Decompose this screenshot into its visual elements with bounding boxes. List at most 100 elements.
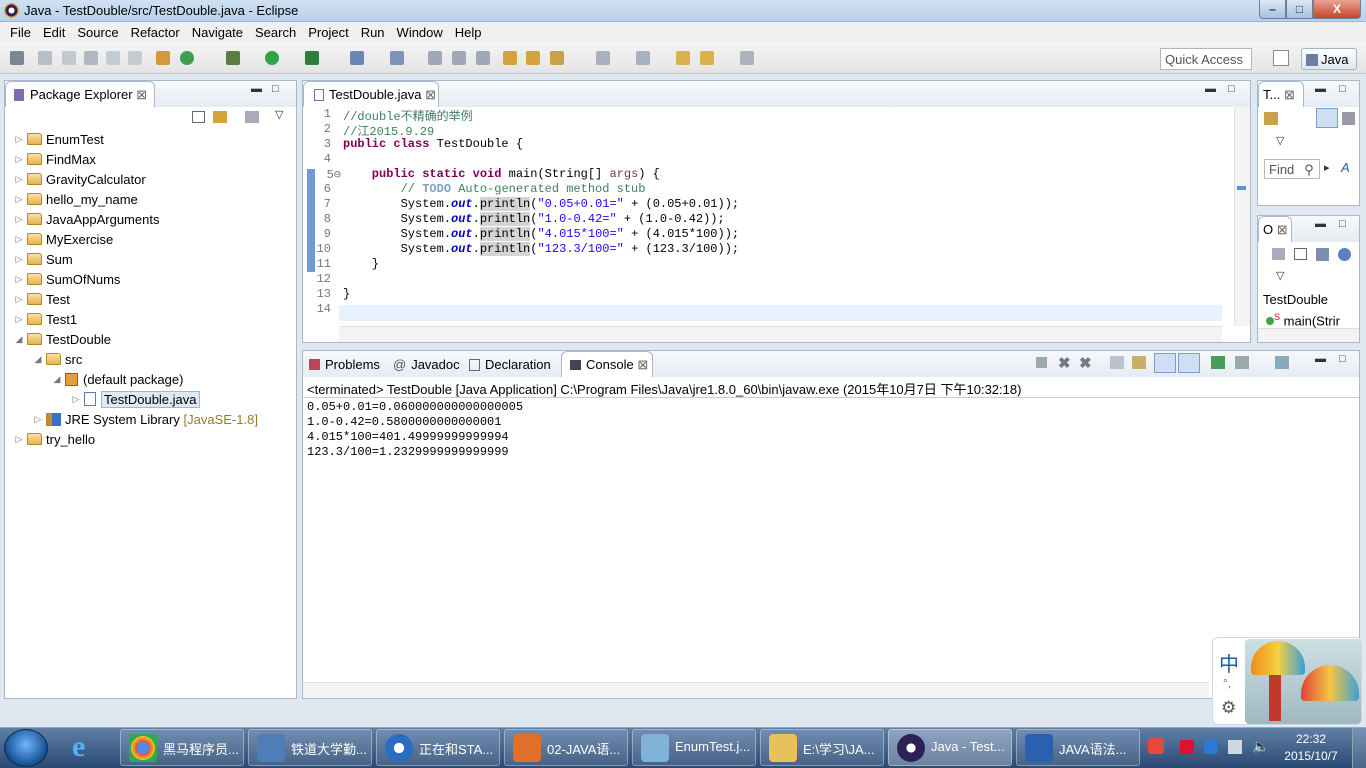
- focus-icon[interactable]: [1342, 112, 1355, 125]
- menu-project[interactable]: Project: [302, 25, 354, 40]
- network-icon[interactable]: [1228, 740, 1242, 754]
- overview-ruler-mark[interactable]: [1237, 186, 1246, 190]
- taskbar-item[interactable]: 铁道大学勤...: [248, 729, 372, 766]
- menu-edit[interactable]: Edit: [37, 25, 71, 40]
- tab-outline[interactable]: O ⊠: [1258, 216, 1292, 242]
- console-horizontal-scrollbar[interactable]: [303, 682, 1209, 698]
- find-task-input[interactable]: Find ⚲: [1264, 159, 1320, 179]
- collapse-arrow-icon[interactable]: ◢: [13, 334, 25, 345]
- tab-console[interactable]: Console ⊠: [561, 351, 653, 377]
- tab-problems[interactable]: Problems: [309, 357, 380, 372]
- tree-item[interactable]: ▷ FindMax: [13, 149, 96, 169]
- menu-run[interactable]: Run: [355, 25, 391, 40]
- tree-item[interactable]: ▷ Test: [13, 289, 70, 309]
- new-java-project-icon[interactable]: [350, 51, 364, 65]
- new-java-package-icon[interactable]: [156, 51, 170, 65]
- show-stdout-icon[interactable]: [1154, 353, 1176, 373]
- expand-arrow-icon[interactable]: ▷: [13, 174, 25, 185]
- back-icon[interactable]: [700, 51, 714, 65]
- view-filter-icon[interactable]: [245, 111, 259, 123]
- expand-arrow-icon[interactable]: ▷: [13, 234, 25, 245]
- tree-item[interactable]: ▷ Sum: [13, 249, 73, 269]
- ime-language-indicator[interactable]: 中: [1219, 648, 1239, 677]
- close-tab-icon[interactable]: ⊠: [136, 87, 147, 102]
- menu-file[interactable]: File: [4, 25, 37, 40]
- system-clock[interactable]: 22:32 2015/10/7: [1278, 731, 1344, 765]
- toggle-icon[interactable]: [84, 51, 98, 65]
- tree-item[interactable]: ▷ MyExercise: [13, 229, 114, 249]
- tab-declaration[interactable]: Declaration: [469, 357, 551, 372]
- save-icon[interactable]: [428, 51, 442, 65]
- edit-icon[interactable]: [62, 51, 76, 65]
- expand-arrow-icon[interactable]: ▷: [13, 314, 25, 325]
- tree-item[interactable]: ◢ TestDouble: [13, 329, 112, 349]
- expand-arrow-icon[interactable]: ▷: [13, 194, 25, 205]
- expand-arrow-icon[interactable]: ▷: [13, 214, 25, 225]
- tree-item[interactable]: ▷ GravityCalculator: [13, 169, 146, 189]
- tree-item[interactable]: ◢ (default package): [51, 369, 184, 389]
- collapse-arrow-icon[interactable]: ◢: [51, 374, 63, 385]
- taskbar-item[interactable]: Java - Test...: [888, 729, 1012, 766]
- close-button[interactable]: X: [1313, 0, 1361, 19]
- minimize-view-icon[interactable]: ▬: [1315, 218, 1326, 230]
- remove-all-launches-icon[interactable]: ✖: [1079, 354, 1092, 372]
- taskbar-item[interactable]: 正在和STA...: [376, 729, 500, 766]
- print-icon[interactable]: [476, 51, 490, 65]
- expand-arrow-icon[interactable]: ▷: [32, 414, 44, 425]
- tree-item[interactable]: ▷ EnumTest: [13, 129, 104, 149]
- menu-source[interactable]: Source: [71, 25, 124, 40]
- expand-arrow-icon[interactable]: ▷: [13, 254, 25, 265]
- categorized-icon[interactable]: [1316, 108, 1338, 128]
- maximize-view-icon[interactable]: □: [1228, 83, 1235, 95]
- hide-static-icon[interactable]: [1338, 248, 1351, 261]
- view-menu-icon[interactable]: ▽: [1276, 134, 1284, 147]
- tree-item[interactable]: ▷ try_hello: [13, 429, 96, 449]
- forward-icon[interactable]: [740, 51, 754, 65]
- gear-icon[interactable]: ⚙: [1221, 698, 1236, 718]
- minimize-view-icon[interactable]: ▬: [251, 83, 262, 95]
- expand-arrow-icon[interactable]: ▸: [1324, 161, 1330, 174]
- quick-access-input[interactable]: Quick Access: [1160, 48, 1252, 70]
- open-perspective-icon[interactable]: [1273, 50, 1289, 66]
- external-tools-icon[interactable]: [305, 51, 319, 65]
- expand-arrow-icon[interactable]: ▷: [70, 394, 82, 405]
- menu-help[interactable]: Help: [449, 25, 488, 40]
- prev-annotation-icon[interactable]: [636, 51, 650, 65]
- tree-item[interactable]: ▷ SumOfNums: [13, 269, 121, 289]
- link-with-editor-icon[interactable]: [213, 111, 227, 123]
- menu-search[interactable]: Search: [249, 25, 302, 40]
- volume-icon[interactable]: 🔈: [1252, 738, 1269, 755]
- code-area[interactable]: 1 2 3 4 5⊖ 6 7 8 9 10 11 12 13 14 //doub…: [303, 107, 1222, 326]
- clear-console-icon[interactable]: [1110, 356, 1124, 369]
- java-perspective-button[interactable]: Java: [1301, 48, 1357, 70]
- view-menu-icon[interactable]: ▽: [275, 108, 283, 121]
- taskbar-item[interactable]: 02-JAVA语...: [504, 729, 628, 766]
- tree-item[interactable]: ▷ JRE System Library [JavaSE-1.8]: [32, 409, 258, 429]
- scroll-lock-icon[interactable]: [1132, 356, 1146, 369]
- tree-item[interactable]: ▷ Test1: [13, 309, 78, 329]
- tree-item[interactable]: ◢ src: [32, 349, 83, 369]
- ime-punctuation-indicator[interactable]: °,: [1223, 676, 1231, 690]
- debug-icon[interactable]: [226, 51, 240, 65]
- last-edit-icon[interactable]: [676, 51, 690, 65]
- start-button[interactable]: [4, 729, 48, 767]
- vertical-scrollbar[interactable]: [1234, 107, 1250, 326]
- new-class-icon[interactable]: [390, 51, 404, 65]
- minimize-view-icon[interactable]: ▬: [1205, 83, 1216, 95]
- expand-arrow-icon[interactable]: ▷: [13, 434, 25, 445]
- tab-javadoc[interactable]: @ Javadoc: [393, 357, 460, 372]
- taskbar-item[interactable]: EnumTest.j...: [632, 729, 756, 766]
- tab-testdouble-java[interactable]: TestDouble.java ⊠: [303, 81, 439, 107]
- run-icon[interactable]: [265, 51, 279, 65]
- taskbar-item[interactable]: 黑马程序员...: [120, 729, 244, 766]
- close-tab-icon[interactable]: ⊠: [1284, 87, 1295, 102]
- close-tab-icon[interactable]: ⊠: [1277, 222, 1288, 237]
- view-menu-icon[interactable]: ▽: [1276, 269, 1284, 282]
- minimize-button[interactable]: –: [1259, 0, 1286, 19]
- outline-method-item[interactable]: S main(Strir: [1266, 312, 1340, 328]
- all-tasks-link[interactable]: A: [1341, 160, 1350, 175]
- remove-launch-icon[interactable]: ✖: [1058, 354, 1071, 372]
- security-shield-icon[interactable]: [1204, 740, 1218, 754]
- open-console-icon[interactable]: [1275, 356, 1289, 369]
- next-annotation-icon[interactable]: [596, 51, 610, 65]
